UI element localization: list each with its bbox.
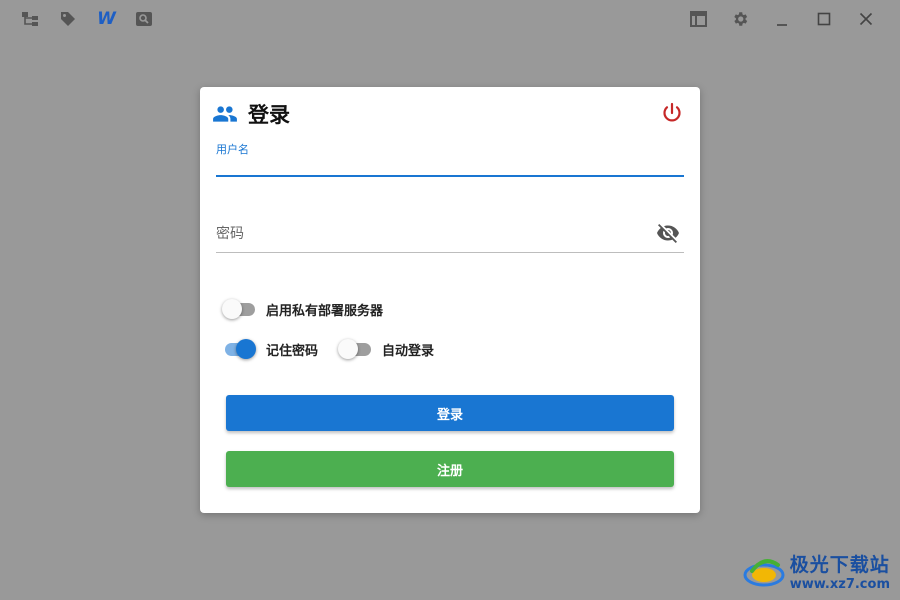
login-dialog: 登录 用户名 启用私有部署服务器 记住密码 自动登录 登录 注册: [200, 87, 700, 513]
watermark-text: 极光下载站 www.xz7.com: [790, 550, 890, 592]
username-input[interactable]: [216, 155, 684, 175]
close-icon[interactable]: [856, 9, 876, 29]
watermark-name: 极光下载站: [789, 554, 890, 576]
username-field: 用户名: [216, 141, 684, 177]
tree-icon[interactable]: [20, 9, 40, 29]
w-logo-text: W: [97, 9, 116, 29]
users-icon: [213, 106, 237, 122]
toolbar-left: W: [20, 9, 154, 29]
dialog-header: 登录: [212, 99, 684, 129]
register-button[interactable]: 注册: [226, 451, 674, 487]
maximize-icon[interactable]: [814, 9, 834, 29]
auto-login-label: 自动登录: [382, 343, 435, 359]
private-server-switch[interactable]: [222, 299, 256, 319]
power-icon[interactable]: [660, 101, 684, 125]
layout-icon[interactable]: [688, 9, 708, 29]
remember-password-switch[interactable]: [222, 339, 256, 359]
login-button[interactable]: 登录: [226, 395, 674, 431]
gear-icon[interactable]: [730, 9, 750, 29]
search-image-icon[interactable]: [134, 9, 154, 29]
remember-password-label: 记住密码: [266, 343, 319, 359]
password-input[interactable]: [216, 223, 646, 245]
switch-row-options: 记住密码 自动登录: [222, 339, 454, 359]
minimize-icon[interactable]: [772, 9, 792, 29]
eye-off-icon[interactable]: [656, 221, 680, 245]
private-server-label: 启用私有部署服务器: [266, 303, 384, 319]
switch-row-server: 启用私有部署服务器: [222, 299, 403, 319]
dialog-title: 登录: [248, 103, 290, 127]
password-field: [216, 219, 684, 253]
watermark: 极光下载站 www.xz7.com: [742, 550, 890, 592]
tag-icon[interactable]: [58, 9, 78, 29]
w-logo-icon[interactable]: W: [96, 9, 116, 29]
auto-login-switch[interactable]: [338, 339, 372, 359]
watermark-url: www.xz7.com: [789, 577, 890, 592]
toolbar-right: [688, 9, 876, 29]
watermark-logo-icon: [743, 559, 785, 587]
